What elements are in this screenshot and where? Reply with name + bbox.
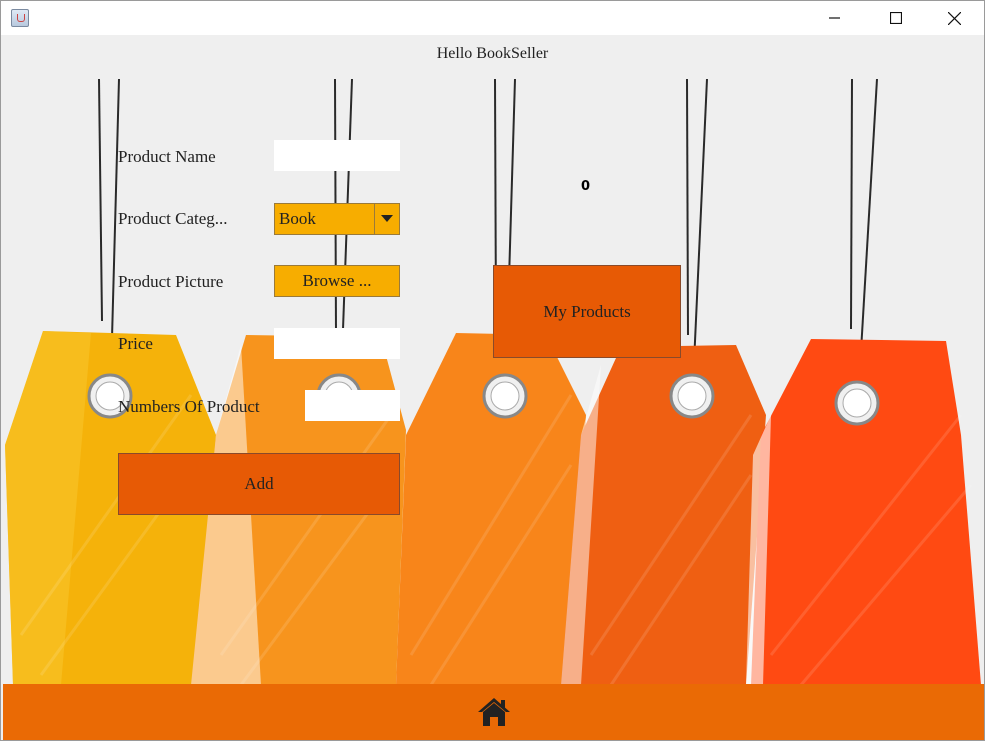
product-name-label: Product Name	[118, 147, 216, 166]
chevron-down-icon[interactable]	[374, 204, 399, 234]
product-count-label: 0	[581, 179, 591, 194]
price-input[interactable]	[274, 328, 400, 359]
java-cup-icon	[11, 9, 29, 27]
quantity-input[interactable]	[305, 390, 400, 421]
price-tags-background	[5, 78, 981, 686]
app-window: Hello BookSeller Product Name Product Ca…	[0, 0, 985, 741]
product-category-label: Product Categ...	[118, 209, 228, 228]
close-icon	[947, 11, 961, 25]
maximize-button[interactable]	[873, 1, 919, 35]
main-panel: Hello BookSeller Product Name Product Ca…	[1, 35, 984, 740]
product-picture-label: Product Picture	[118, 272, 224, 291]
browse-button[interactable]: Browse ...	[274, 265, 400, 297]
minimize-button[interactable]	[812, 1, 858, 35]
maximize-icon	[890, 12, 902, 24]
footer-bar	[3, 684, 984, 740]
quantity-label: Numbers Of Product	[118, 397, 260, 416]
product-name-input[interactable]	[274, 140, 400, 171]
close-button[interactable]	[931, 1, 977, 35]
my-products-button[interactable]: My Products	[493, 265, 681, 358]
greeting-title: Hello BookSeller	[436, 45, 549, 62]
minimize-icon	[829, 17, 840, 19]
price-label: Price	[118, 334, 153, 353]
home-icon[interactable]	[477, 696, 511, 728]
add-button[interactable]: Add	[118, 453, 400, 515]
title-bar	[1, 1, 984, 35]
product-category-select[interactable]: Book	[274, 203, 400, 235]
category-selected-value: Book	[279, 209, 316, 228]
